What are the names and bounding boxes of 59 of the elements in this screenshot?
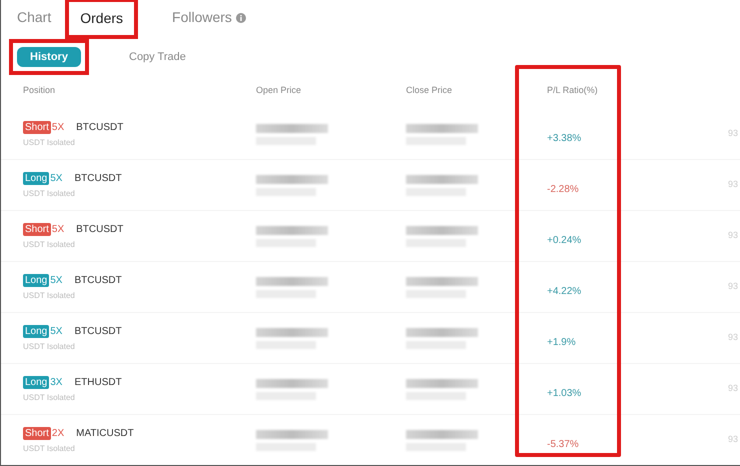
pl-ratio: +0.24%: [547, 235, 582, 246]
symbol: BTCUSDT: [74, 324, 122, 338]
column-header: Close Price: [406, 85, 452, 96]
redacted-value: [406, 378, 478, 400]
side-badge: Long: [23, 274, 50, 286]
side-badge: Long: [23, 376, 50, 388]
symbol: BTCUSDT: [74, 274, 122, 288]
subtab[interactable]: Copy Trade: [117, 47, 198, 67]
leverage: 5X: [52, 222, 64, 236]
redacted-value: [406, 226, 478, 246]
redacted-value: [406, 276, 478, 298]
tab[interactable]: Chart: [17, 0, 64, 35]
margin-mode: USDT Isolated: [23, 442, 75, 454]
leverage: 5X: [50, 274, 62, 288]
leverage: 3X: [50, 376, 62, 390]
symbol: MATICUSDT: [76, 426, 134, 440]
redacted-value: [256, 276, 328, 298]
margin-mode: USDT Isolated: [23, 238, 75, 250]
redacted-value: [406, 174, 478, 196]
pl-ratio: -5.37%: [547, 439, 579, 450]
margin-mode: USDT Isolated: [23, 136, 75, 148]
tab[interactable]: Followers: [160, 0, 258, 35]
leverage: 5X: [50, 172, 62, 186]
column-header: P/L Ratio(%): [547, 85, 598, 96]
margin-mode: USDT Isolated: [23, 290, 75, 302]
info-icon: [236, 12, 246, 22]
subtab[interactable]: History: [17, 47, 81, 67]
side-badge: Short: [23, 426, 51, 440]
redacted-value: [256, 430, 328, 450]
redacted-value: [256, 226, 328, 246]
margin-mode: USDT Isolated: [23, 188, 75, 200]
margin-mode: USDT Isolated: [23, 392, 75, 404]
symbol: BTCUSDT: [76, 222, 124, 236]
side-badge: Short: [23, 120, 51, 134]
column-header: Position: [23, 85, 56, 96]
redacted-value: [406, 328, 478, 348]
side-badge: Long: [23, 324, 50, 338]
tab[interactable]: Orders: [67, 0, 136, 37]
pl-ratio: +4.22%: [547, 286, 582, 297]
redacted-value: [256, 378, 328, 400]
pl-ratio: +1.9%: [547, 337, 576, 348]
symbol: BTCUSDT: [76, 120, 124, 134]
symbol: BTCUSDT: [74, 172, 122, 186]
side-badge: Long: [23, 172, 50, 184]
symbol: ETHUSDT: [74, 376, 122, 390]
leverage: 5X: [50, 324, 62, 338]
redacted-value: [256, 124, 328, 144]
redacted-value: [406, 124, 478, 144]
leverage: 2X: [52, 426, 64, 440]
pl-ratio: +1.03%: [547, 388, 582, 399]
pl-ratio: +3.38%: [547, 133, 582, 144]
redacted-value: [256, 174, 328, 196]
leverage: 5X: [52, 120, 64, 134]
pl-ratio: -2.28%: [547, 184, 579, 195]
column-header: Open Price: [256, 85, 302, 96]
margin-mode: USDT Isolated: [23, 340, 75, 352]
redacted-value: [406, 430, 478, 450]
redacted-value: [256, 328, 328, 348]
side-badge: Short: [23, 222, 51, 236]
